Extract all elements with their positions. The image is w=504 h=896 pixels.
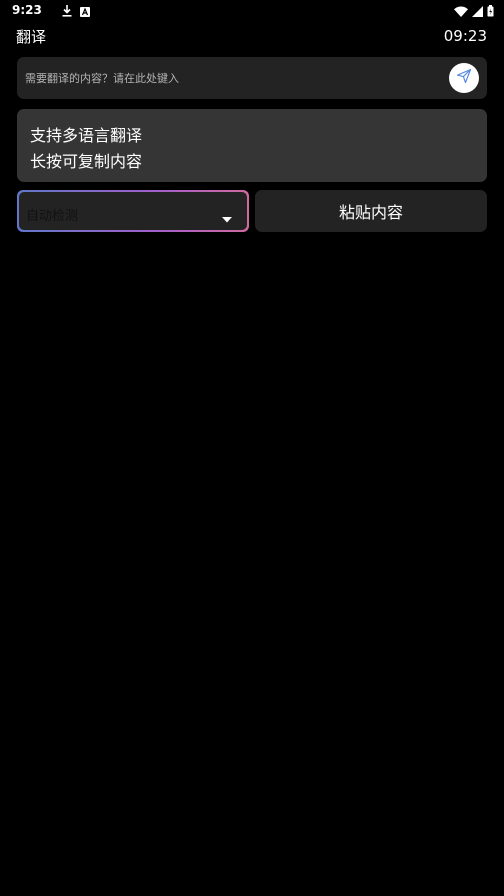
language-select[interactable]: 自动检测 [17,190,249,232]
result-line: 支持多语言翻译 [30,126,143,145]
dropdown-arrow-icon [222,208,232,223]
send-button[interactable] [449,63,479,93]
translate-input-card [17,57,487,99]
app-header: 翻译 09:23 [0,24,504,50]
language-select-value: 自动检测 [26,209,79,224]
status-left-icons [62,4,90,18]
battery-icon [487,2,494,21]
app-title: 翻译 [16,28,47,46]
app-clock: 09:23 [443,27,487,45]
status-time: 9:23 [12,3,42,17]
send-icon [456,68,472,88]
signal-icon [472,2,483,21]
wifi-icon [454,2,468,21]
translate-input[interactable] [25,57,440,99]
font-icon [80,2,90,21]
result-line: 长按可复制内容 [30,152,143,171]
language-select-field: 自动检测 [19,192,247,230]
paste-button[interactable]: 粘贴内容 [255,190,487,232]
status-bar: 9:23 [0,0,504,22]
status-right-icons [454,4,494,18]
translation-result-card[interactable]: 支持多语言翻译 长按可复制内容 [17,109,487,182]
download-icon [62,2,72,21]
